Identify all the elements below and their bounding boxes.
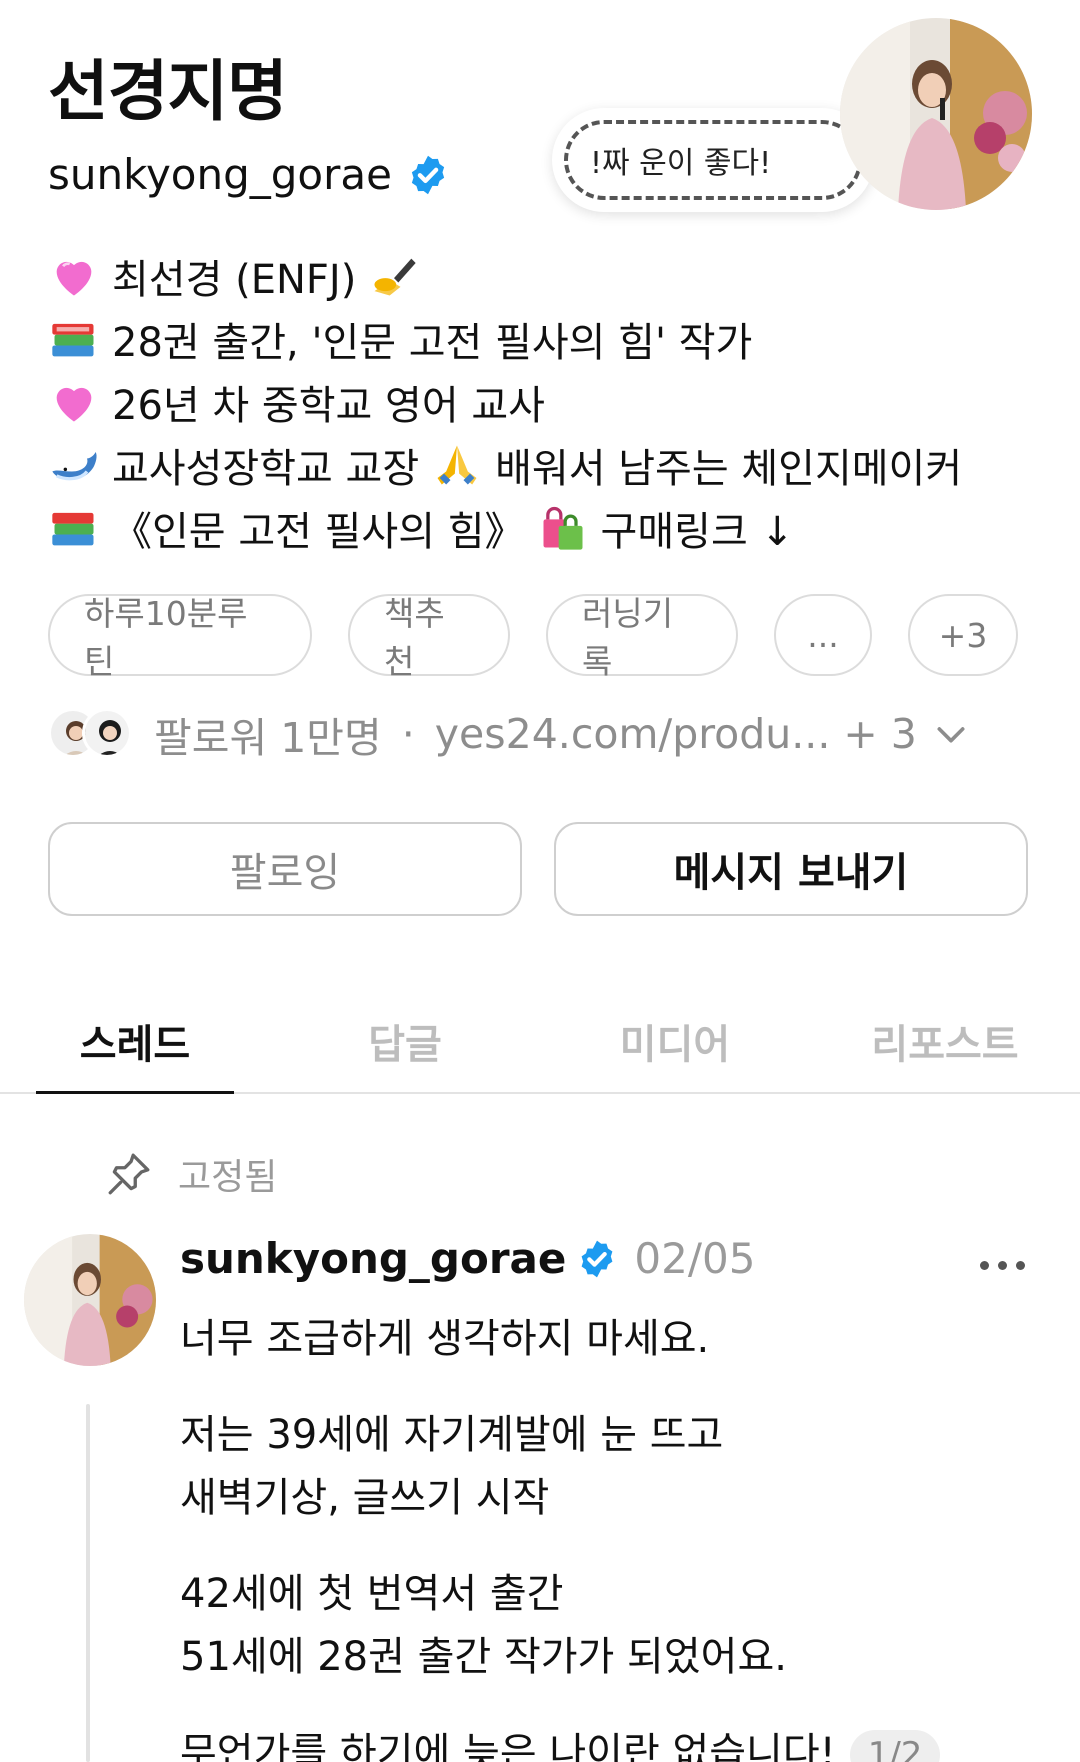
- post-line: 새벽기상, 글쓰기 시작: [180, 1475, 550, 1521]
- profile-handle[interactable]: sunkyong_gorae: [48, 150, 392, 199]
- topic-tag[interactable]: 하루10분루틴: [48, 594, 312, 681]
- avatar-photo-icon: [840, 18, 1032, 210]
- bio-line: 26년 차 중학교 영어 교사: [48, 370, 962, 433]
- bio-line: 최선경 (ENFJ): [48, 244, 962, 307]
- post-line: 42세에 첫 번역서 출간: [180, 1571, 564, 1617]
- send-message-button[interactable]: 메시지 보내기: [554, 822, 1028, 916]
- topic-tags: 하루10분루틴 책추천 러닝기록 ... +3: [48, 594, 1018, 681]
- verified-badge-icon: [411, 155, 445, 194]
- bio-text: 26년 차 중학교 영어 교사: [112, 382, 545, 429]
- avatar-photo-icon: [24, 1234, 156, 1366]
- followers-link-row: 팔로워 1만명 · yes24.com/produ... + 3: [48, 704, 971, 764]
- tab-replies[interactable]: 답글: [270, 990, 540, 1092]
- books-icon: [52, 323, 94, 356]
- bio-text: 교사성장학교 교장: [112, 445, 420, 492]
- books-icon: [52, 512, 94, 545]
- profile-avatar[interactable]: [840, 18, 1032, 210]
- chevron-down-icon[interactable]: [931, 714, 971, 754]
- pinned-label: 고정됨: [178, 1157, 278, 1198]
- post-line: 무언가를 하기에 늦은 나이란 없습니다!: [180, 1730, 836, 1762]
- tab-threads[interactable]: 스레드: [0, 990, 270, 1094]
- post-date: 02/05: [634, 1234, 756, 1283]
- bio-text: 28권 출간, '인문 고전 필사의 힘' 작가: [112, 319, 753, 366]
- post-line-last: 무언가를 하기에 늦은 나이란 없습니다! 1/2: [180, 1722, 1040, 1762]
- more-options-icon[interactable]: [980, 1250, 1034, 1280]
- bio-text-2: 구매링크 ↓: [600, 508, 794, 555]
- thread-page-counter: 1/2: [849, 1730, 941, 1762]
- post-author-avatar[interactable]: [24, 1234, 156, 1366]
- pin-icon: [108, 1153, 150, 1195]
- tab-media[interactable]: 미디어: [540, 990, 810, 1092]
- follower-avatar: [82, 708, 132, 758]
- whale-icon: [52, 451, 97, 480]
- writing-hand-icon: [374, 258, 416, 295]
- profile-link[interactable]: yes24.com/produ... + 3: [435, 710, 917, 758]
- topic-tag[interactable]: 러닝기록: [546, 594, 738, 681]
- following-button[interactable]: 팔로잉: [48, 822, 522, 916]
- display-name: 선경지명: [48, 53, 288, 130]
- thread-line: [86, 1404, 90, 1762]
- bio-text: 《인문 고전 필사의 힘》: [112, 508, 525, 555]
- post-header: sunkyong_gorae 02/05: [180, 1234, 755, 1283]
- handle-row: sunkyong_gorae: [48, 150, 450, 199]
- bio-text: 최선경 (ENFJ): [112, 256, 357, 303]
- pink-heart-icon: [56, 261, 92, 295]
- verified-badge-icon: [581, 1240, 613, 1277]
- topic-tag[interactable]: 책추천: [348, 594, 510, 681]
- bio-line: 교사성장학교 교장 배워서 남주는 체인지메이커: [48, 433, 962, 496]
- post-line: 너무 조급하게 생각하지 마세요.: [180, 1316, 710, 1362]
- profile-bio: 최선경 (ENFJ) 28권 출간, '인문 고전 필사의 힘' 작가 26년 …: [48, 244, 962, 559]
- pinned-indicator: 고정됨: [104, 1148, 277, 1200]
- followers-count[interactable]: 팔로워 1만명: [154, 704, 382, 764]
- folded-hands-icon: [437, 445, 477, 484]
- post-username[interactable]: sunkyong_gorae: [180, 1234, 566, 1283]
- more-tags-button[interactable]: ...: [774, 594, 872, 676]
- post-line: 저는 39세에 자기계발에 눈 뜨고: [180, 1412, 724, 1458]
- post-body[interactable]: 너무 조급하게 생각하지 마세요. 저는 39세에 자기계발에 눈 뜨고 새벽기…: [180, 1308, 1040, 1762]
- bio-line: 28권 출간, '인문 고전 필사의 힘' 작가: [48, 307, 962, 370]
- profile-tabs: 스레드 답글 미디어 리포스트: [0, 990, 1080, 1094]
- tab-reposts[interactable]: 리포스트: [810, 990, 1080, 1092]
- shopping-bags-icon: [543, 506, 583, 550]
- follower-avatars[interactable]: [48, 708, 134, 760]
- extra-tags-count[interactable]: +3: [908, 594, 1018, 676]
- note-dashed-border: !짜 운이 좋다!: [564, 120, 862, 200]
- pink-heart-icon: [56, 387, 92, 421]
- post-line: 51세에 28권 출간 작가가 되었어요.: [180, 1634, 787, 1680]
- meta-separator: ·: [401, 710, 415, 758]
- profile-note-text: !짜 운이 좋다!: [590, 146, 772, 181]
- profile-note-bubble[interactable]: !짜 운이 좋다!: [552, 108, 874, 212]
- bio-text-2: 배워서 남주는 체인지메이커: [495, 445, 963, 492]
- bio-line: 《인문 고전 필사의 힘》 구매링크 ↓: [48, 496, 962, 559]
